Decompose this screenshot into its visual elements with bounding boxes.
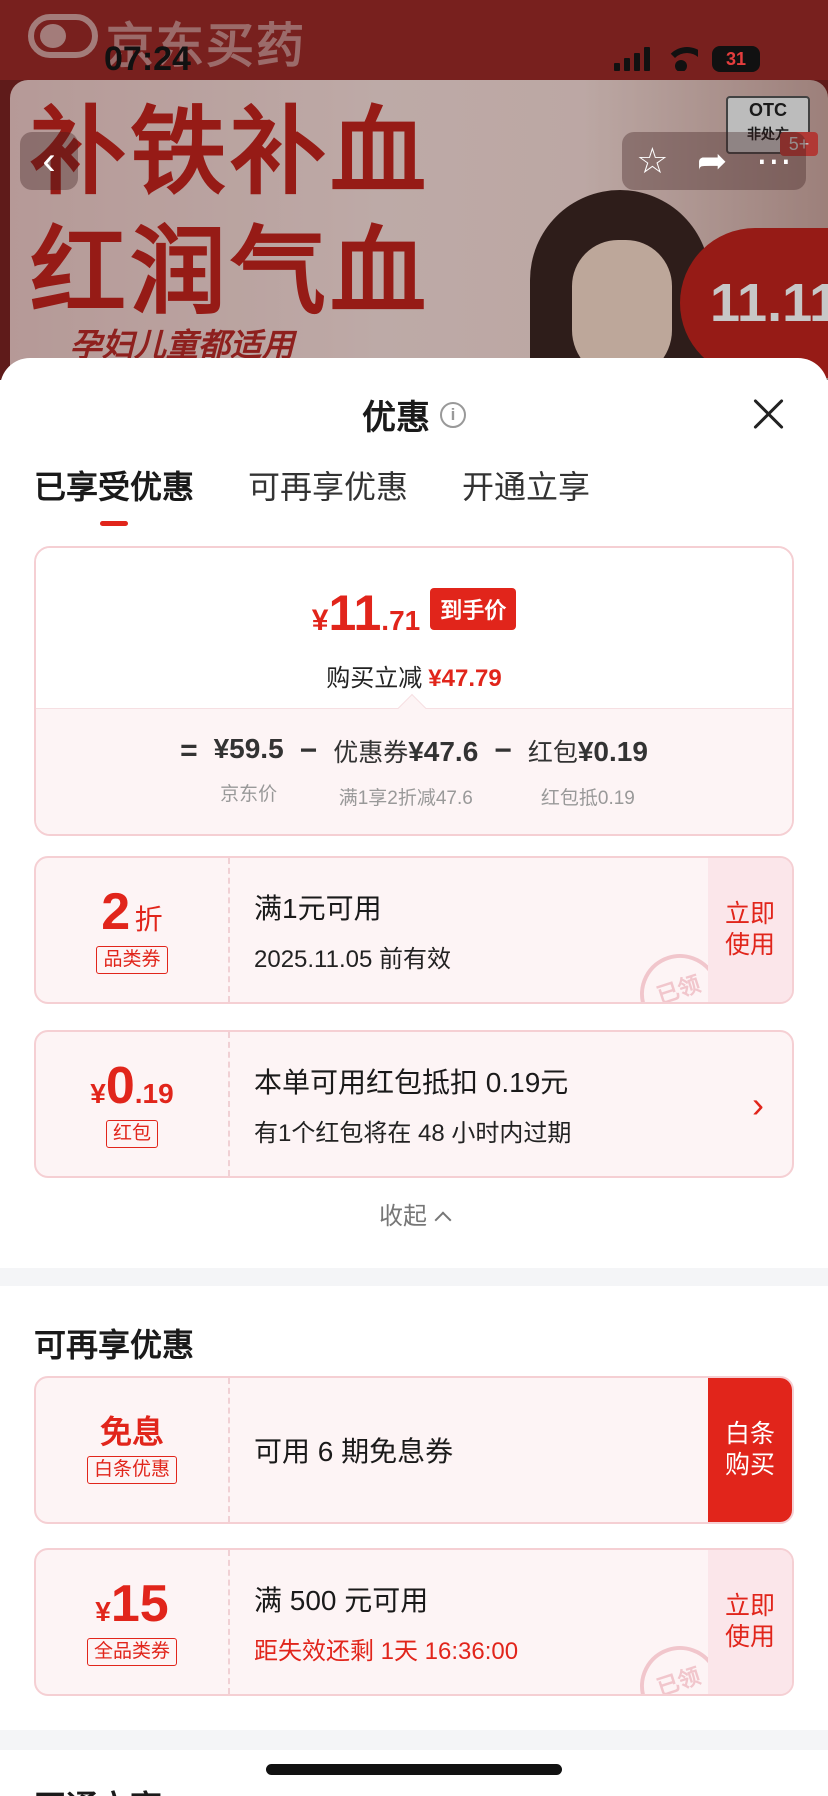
coupon-expiry: 2025.11.05 前有效	[254, 945, 452, 973]
coupon-amount: 2	[101, 883, 131, 941]
coupon-type-tag: 全品类券	[86, 1638, 177, 1666]
signal-icon	[614, 47, 650, 71]
battery-icon: 31	[712, 46, 760, 72]
back-button[interactable]: ‹	[20, 132, 78, 190]
collapse-toggle[interactable]: 收起	[0, 1196, 828, 1231]
use-now-button[interactable]: 立即 使用	[708, 858, 792, 1002]
coupon-decimal: .19	[134, 1078, 174, 1109]
tab-applied[interactable]: 已享受优惠	[34, 462, 194, 526]
header-actions: ☆ ➦ ⋯	[622, 132, 806, 190]
breakdown-coupon: 优惠券¥47.6 满1享2折减47.6	[333, 733, 478, 810]
redpacket-value: ¥0.19	[577, 736, 648, 767]
price-breakdown: = ¥59.5 京东价 − 优惠券¥47.6 满1享2折减47.6 − 红包¥0…	[36, 708, 792, 834]
all-category-coupon[interactable]: ¥15 全品类券 满 500 元可用 距失效还剩 1天 16:36:00 已领 …	[34, 1548, 794, 1696]
more-offers-title: 可再享优惠	[34, 1327, 195, 1363]
baitiao-buy-button[interactable]: 白条 购买	[708, 1378, 792, 1522]
tab-bar: 已享受优惠 可再享优惠 开通立享	[34, 462, 590, 526]
sheet-title: 优惠 i	[0, 390, 828, 439]
coupon-amount-block: ¥0.19 红包	[36, 1032, 230, 1176]
coupon-amount: 免息	[99, 1414, 164, 1450]
product-banner: 京东买药 补铁补血 红润气血 孕妇儿童都适用 11.11 OTC 非处方 5+ …	[0, 0, 828, 380]
savings-line: 购买立减 ¥47.79	[36, 658, 792, 693]
redpacket-label: 红包抵0.19	[540, 788, 635, 809]
jd-price-value: ¥59.5	[213, 733, 284, 764]
coupon-amount-block: 免息 白条优惠	[36, 1378, 230, 1522]
minus-sign: −	[299, 734, 318, 767]
minus-sign: −	[494, 734, 512, 767]
coupon-type-tag: 白条优惠	[86, 1456, 177, 1484]
coupon-prefix: 优惠券	[333, 739, 409, 767]
price-decimal: .71	[381, 605, 421, 636]
coupon-currency: ¥	[95, 1596, 111, 1627]
coupon-amount-block: ¥15 全品类券	[36, 1550, 230, 1694]
wifi-icon	[664, 47, 698, 71]
price-currency: ¥	[311, 604, 329, 637]
chevron-up-icon	[434, 1211, 452, 1229]
coupon-title: 满 500 元可用	[254, 1584, 429, 1616]
coupon-value: ¥47.6	[408, 736, 479, 767]
star-icon[interactable]: ☆	[636, 140, 668, 182]
breakdown-jd-price: ¥59.5 京东价	[214, 733, 284, 806]
coupon-amount: 15	[110, 1575, 169, 1633]
price-integer: 11	[328, 585, 382, 641]
breakdown-redpacket: 红包¥0.19 红包抵0.19	[528, 733, 648, 810]
coupon-title: 可用 6 期免息券	[254, 1436, 454, 1467]
coupon-unit: 折	[134, 904, 163, 935]
coupon-type-tag: 品类券	[96, 946, 168, 974]
section-divider	[0, 1730, 828, 1750]
coupon-countdown: 距失效还剩 1天 16:36:00	[254, 1637, 519, 1665]
use-now-button[interactable]: 立即 使用	[708, 1550, 792, 1694]
tab-open-enjoy[interactable]: 开通立享	[462, 462, 590, 526]
red-packet-row[interactable]: ¥0.19 红包 本单可用红包抵扣 0.19元 有1个红包将在 48 小时内过期…	[34, 1030, 794, 1178]
discount-sheet: 优惠 i 已享受优惠 可再享优惠 开通立享 ¥11.71 到手价 购买立减 ¥47.7…	[0, 358, 828, 1796]
coupon-title: 本单可用红包抵扣 0.19元	[254, 1066, 569, 1098]
coupon-expiry: 有1个红包将在 48 小时内过期	[254, 1119, 572, 1147]
savings-amount: ¥47.79	[428, 665, 502, 692]
collapse-label: 收起	[379, 1203, 427, 1230]
status-time: 07:24	[104, 40, 191, 78]
jd-price-label: 京东价	[220, 784, 278, 805]
coupon-title: 满1元可用	[254, 892, 382, 924]
close-icon[interactable]	[748, 394, 788, 434]
savings-label: 购买立减	[326, 665, 423, 692]
share-icon[interactable]: ➦	[697, 140, 727, 182]
coupon-amount: 0	[105, 1057, 135, 1115]
status-icons: 31	[614, 46, 760, 72]
coupon-amount-block: 2 折 品类券	[36, 858, 230, 1002]
price-summary-card: ¥11.71 到手价 购买立减 ¥47.79 = ¥59.5 京东价 − 优惠券¥4…	[34, 546, 794, 836]
coupon-label: 满1享2折减47.6	[338, 788, 473, 809]
baitiao-coupon[interactable]: 免息 白条优惠 可用 6 期免息券 白条 购买	[34, 1376, 794, 1524]
more-icon[interactable]: ⋯	[756, 140, 792, 182]
info-icon[interactable]: i	[440, 401, 466, 428]
chevron-left-icon: ‹	[42, 138, 56, 183]
coupon-type-tag: 红包	[105, 1120, 158, 1148]
page: 京东买药 补铁补血 红润气血 孕妇儿童都适用 11.11 OTC 非处方 5+ …	[0, 0, 828, 1796]
home-indicator[interactable]	[266, 1764, 562, 1775]
redpacket-prefix: 红包	[527, 739, 578, 767]
final-price-badge: 到手价	[430, 588, 517, 630]
category-coupon[interactable]: 2 折 品类券 满1元可用 2025.11.05 前有效 已领 立即 使用	[34, 856, 794, 1004]
open-enjoy-title: 开通立享	[34, 1782, 162, 1796]
equals-sign: =	[180, 734, 198, 767]
section-divider	[0, 1268, 828, 1286]
sheet-title-text: 优惠	[362, 399, 430, 437]
tab-more-offers[interactable]: 可再享优惠	[248, 462, 408, 526]
chevron-right-icon[interactable]: ›	[752, 1084, 764, 1126]
final-price: ¥11.71 到手价	[36, 584, 792, 642]
coupon-currency: ¥	[90, 1078, 106, 1109]
